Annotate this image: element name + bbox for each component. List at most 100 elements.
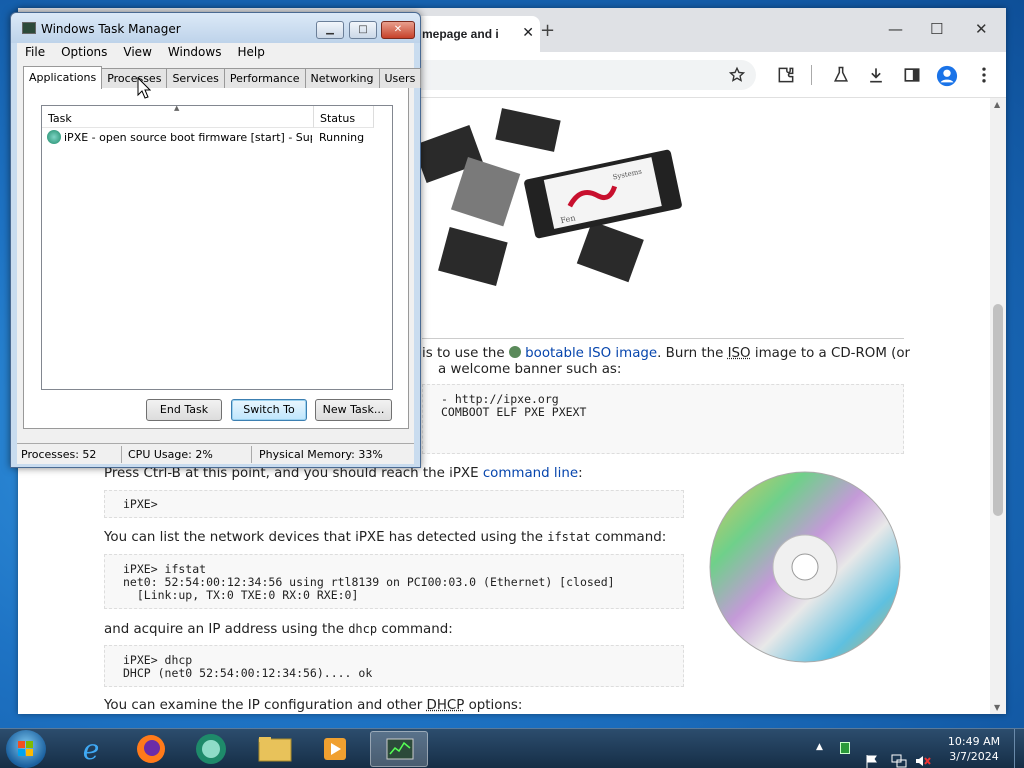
close-window-button[interactable]: ✕ (975, 20, 988, 38)
status-processes: Processes: 52 (21, 448, 96, 461)
menu-kebab-icon[interactable] (974, 65, 994, 85)
windows-logo-icon (6, 730, 46, 768)
show-desktop-button[interactable] (1014, 729, 1024, 768)
status-memory: Physical Memory: 33% (259, 448, 383, 461)
code-line: COMBOOT ELF PXE PXEXT (441, 406, 885, 419)
tab-networking[interactable]: Networking (305, 68, 380, 88)
code-block-banner: - http://ipxe.org COMBOOT ELF PXE PXEXT (422, 384, 904, 454)
dhcp-code[interactable]: dhcp (348, 622, 377, 636)
task-manager-icon (371, 732, 429, 768)
tab-applications[interactable]: Applications (23, 66, 102, 89)
page-scrollbar[interactable]: ▲ ▼ (990, 98, 1006, 714)
maximize-button[interactable]: ☐ (930, 20, 943, 38)
tray-app-icon[interactable] (840, 742, 850, 754)
bookmark-star-icon[interactable] (728, 66, 746, 84)
paragraph-ifstat: You can list the network devices that iP… (104, 530, 666, 545)
system-clock[interactable]: 10:49 AM 3/7/2024 (944, 734, 1004, 764)
tm-statusbar: Processes: 52 CPU Usage: 2% Physical Mem… (17, 443, 414, 464)
paragraph-text: and acquire an IP address using the (104, 622, 344, 637)
taskbar-explorer[interactable] (246, 731, 304, 767)
ipxe-app-icon (47, 130, 61, 144)
scrollbar-thumb[interactable] (993, 304, 1003, 516)
task-list[interactable]: Task Status ▲ iPXE - open source boot fi… (41, 105, 393, 390)
paragraph-banner: a welcome banner such as: (438, 362, 621, 377)
menu-file[interactable]: File (17, 43, 53, 63)
minimize-button[interactable]: — (888, 20, 903, 38)
task-manager-titlebar[interactable]: Windows Task Manager ▁ □ ✕ (11, 13, 420, 43)
paragraph-text: . Burn the (657, 346, 723, 361)
section-divider (422, 338, 904, 339)
paragraph-dhcp: and acquire an IP address using the dhcp… (104, 622, 453, 637)
media-player-icon (306, 731, 364, 767)
tm-minimize-button[interactable]: ▁ (316, 21, 344, 39)
dhcp-abbr: DHCP (427, 698, 465, 713)
profile-avatar-icon[interactable] (936, 65, 958, 87)
ifstat-code[interactable]: ifstat (547, 530, 590, 544)
labs-flask-icon[interactable] (831, 65, 851, 85)
task-manager-title: Windows Task Manager (41, 22, 181, 36)
bootable-iso-link[interactable]: bootable ISO image (525, 346, 657, 361)
tab-performance[interactable]: Performance (224, 68, 306, 88)
sort-arrow-icon: ▲ (174, 104, 179, 112)
show-hidden-icons-icon[interactable]: ▲ (816, 742, 823, 768)
tab-users[interactable]: Users (379, 68, 422, 88)
paragraph-text: You can list the network devices that iP… (104, 530, 543, 545)
command-line-link[interactable]: command line (483, 466, 578, 481)
task-status: Running (319, 131, 364, 144)
taskbar-media-player[interactable] (306, 731, 364, 767)
code-line: DHCP (net0 52:54:00:12:34:56).... ok (123, 667, 665, 680)
code-line: iPXE> (123, 498, 665, 511)
start-button[interactable] (6, 730, 46, 768)
end-task-button[interactable]: End Task (146, 399, 222, 421)
taskbar-task-manager[interactable] (370, 731, 428, 767)
tm-close-button[interactable]: ✕ (381, 21, 415, 39)
table-row[interactable]: iPXE - open source boot firmware [start]… (42, 128, 392, 146)
tm-maximize-button[interactable]: □ (349, 21, 377, 39)
scroll-up-arrow-icon[interactable]: ▲ (994, 100, 1000, 109)
taskbar-firefox[interactable] (122, 731, 180, 767)
paragraph-ip-config: You can examine the IP configuration and… (104, 698, 522, 713)
network-icon[interactable] (890, 741, 908, 768)
task-manager-body: File Options View Windows Help Task Stat… (17, 43, 414, 464)
task-manager-window: Windows Task Manager ▁ □ ✕ File Options … (10, 12, 421, 468)
code-line: [Link:up, TX:0 TXE:0 RX:0 RXE:0] (123, 589, 665, 602)
task-name: iPXE - open source boot firmware [start]… (64, 131, 312, 144)
code-block-ifstat: iPXE> ifstat net0: 52:54:00:12:34:56 usi… (104, 554, 684, 609)
tab-processes[interactable]: Processes (101, 68, 167, 88)
paragraph-text: is to use the (422, 346, 505, 361)
extensions-icon[interactable] (776, 65, 796, 85)
download-icon[interactable] (866, 65, 886, 85)
taskbar-ie[interactable]: e (62, 731, 120, 767)
action-center-flag-icon[interactable] (864, 741, 880, 768)
browser-tab[interactable]: mepage and i ✕ (414, 16, 540, 52)
column-status[interactable]: Status (314, 106, 374, 128)
paragraph-text: image to a CD-ROM (or (755, 346, 910, 361)
close-tab-icon[interactable]: ✕ (522, 25, 534, 41)
code-block-dhcp: iPXE> dhcp DHCP (net0 52:54:00:12:34:56)… (104, 645, 684, 687)
status-cpu: CPU Usage: 2% (128, 448, 213, 461)
mouse-cursor-icon (137, 77, 151, 99)
globe-icon (509, 346, 521, 358)
browser-tab-title: mepage and i (422, 27, 512, 41)
taskbar: e ▲ 10:49 AM 3/7/2024 (0, 728, 1024, 768)
switch-to-button[interactable]: Switch To (231, 399, 307, 421)
paragraph-command-line: Press Ctrl-B at this point, and you shou… (104, 466, 583, 481)
folder-icon (246, 731, 304, 767)
volume-muted-icon[interactable] (914, 741, 932, 768)
new-task-button[interactable]: New Task... (315, 399, 392, 421)
clock-date: 3/7/2024 (944, 749, 1004, 764)
tm-tabs: Applications Processes Services Performa… (23, 66, 420, 88)
menu-help[interactable]: Help (229, 43, 272, 63)
iso-abbr: ISO (728, 346, 751, 361)
paragraph-text: options: (469, 698, 523, 713)
scroll-down-arrow-icon[interactable]: ▼ (994, 703, 1000, 712)
new-tab-button[interactable]: + (540, 20, 555, 41)
taskbar-ipxe[interactable] (182, 731, 240, 767)
menu-options[interactable]: Options (53, 43, 115, 63)
menu-view[interactable]: View (115, 43, 159, 63)
status-divider (251, 446, 252, 463)
tab-services[interactable]: Services (166, 68, 224, 88)
menu-windows[interactable]: Windows (160, 43, 230, 63)
side-panel-icon[interactable] (902, 65, 922, 85)
paragraph-iso: is to use the bootable ISO image. Burn t… (422, 346, 910, 361)
